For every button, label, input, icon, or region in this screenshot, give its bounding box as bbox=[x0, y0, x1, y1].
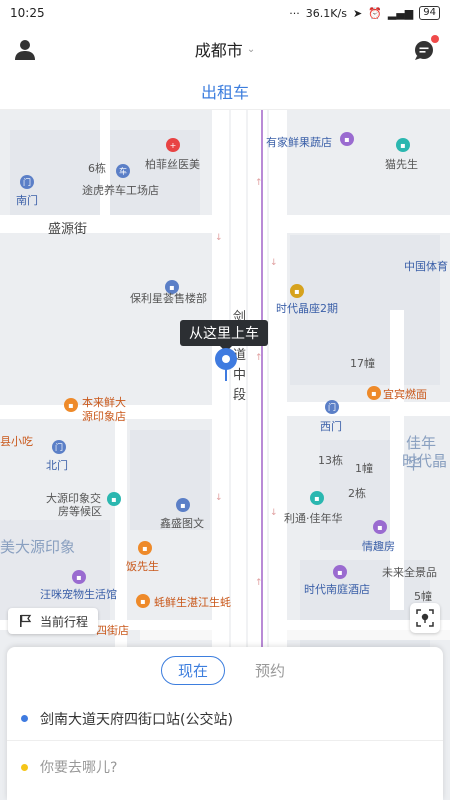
pickup-pin-icon[interactable] bbox=[211, 347, 241, 383]
flag-icon bbox=[20, 614, 32, 627]
poi-5zhuang: 5幢 bbox=[414, 590, 432, 603]
svg-text:↑: ↑ bbox=[255, 178, 263, 188]
signal-icon: ▂▄▆ bbox=[387, 6, 414, 20]
poi-xian-xiaochi: 县小吃 bbox=[0, 435, 33, 448]
poi-wangmi: 汪咪宠物生活馆 bbox=[40, 588, 117, 601]
tab-now[interactable]: 现在 bbox=[160, 655, 225, 685]
poi-xinsheng: 鑫盛图文 bbox=[160, 517, 204, 530]
poi-haoxian: 蚝鲜生湛江生蚝 bbox=[154, 596, 231, 609]
pet-icon: ▪ bbox=[396, 138, 410, 152]
road-label-shengyuan: 盛源街 bbox=[48, 222, 88, 237]
time-mode-tabs: 现在 预约 bbox=[7, 655, 443, 685]
unread-dot bbox=[431, 35, 439, 43]
poi-nanmen: 南门 bbox=[16, 194, 38, 207]
destination-dot-icon bbox=[21, 763, 28, 771]
area-shidaijing: 时代晶 bbox=[402, 452, 448, 470]
road-label-jian-5: 段 bbox=[233, 388, 247, 403]
messages-button[interactable] bbox=[412, 35, 439, 62]
current-trip-label: 当前行程 bbox=[40, 614, 89, 629]
status-time: 10:25 bbox=[10, 6, 45, 20]
poi-13dong: 13栋 bbox=[318, 454, 343, 467]
status-bar: 10:25 ··· 36.1K/s ➤ ⏰ ▂▄▆ 94 bbox=[0, 0, 450, 26]
tab-taxi[interactable]: 出租车 bbox=[201, 79, 249, 103]
poi-maoxian: 猫先生 bbox=[385, 158, 418, 171]
poi-2dong: 2栋 bbox=[348, 487, 366, 500]
service-tabbar: 出租车 bbox=[0, 72, 450, 110]
pickup-tooltip: 从这里上车 bbox=[180, 320, 268, 352]
locate-button[interactable] bbox=[410, 603, 440, 633]
city-selector[interactable]: 成都市 ⌄ bbox=[195, 37, 255, 61]
poi-baifeisi: 柏菲丝医美 bbox=[145, 158, 200, 171]
app-header: 成都市 ⌄ bbox=[0, 26, 450, 72]
poi-shidai-jingzuo: 时代晶座2期 bbox=[276, 302, 338, 315]
profile-button[interactable] bbox=[12, 36, 38, 62]
bus-stop-icon: ▪ bbox=[107, 492, 121, 506]
svg-text:↓: ↓ bbox=[215, 233, 223, 243]
pickup-row[interactable]: 剑南大道天府四街口站(公交站) bbox=[7, 697, 443, 741]
food-icon: ▪ bbox=[367, 386, 381, 400]
svg-text:↓: ↓ bbox=[270, 508, 278, 518]
food-icon: ▪ bbox=[64, 398, 78, 412]
poi-yibin: 宜宾燃面 bbox=[383, 388, 427, 401]
poi-baoli: 保利星荟售楼部 bbox=[130, 292, 207, 305]
office-icon: ▪ bbox=[290, 284, 304, 298]
svg-text:↓: ↓ bbox=[270, 258, 278, 268]
poi-fanxiansheng: 饭先生 bbox=[126, 560, 159, 573]
city-name: 成都市 bbox=[194, 41, 243, 60]
svg-text:↑: ↑ bbox=[255, 353, 263, 363]
poi-zhongguo: 中国体育 bbox=[404, 260, 448, 273]
tab-reserve[interactable]: 预约 bbox=[251, 657, 289, 684]
poi-1zhuang: 1幢 bbox=[355, 462, 373, 475]
poi-17zhuang: 17幢 bbox=[350, 357, 375, 370]
gate-icon: 门 bbox=[20, 175, 34, 189]
gate-icon: 门 bbox=[52, 440, 66, 454]
poi-6dong: 6栋 bbox=[88, 162, 106, 175]
poi-shidai-nanting: 时代南庭酒店 bbox=[304, 583, 370, 596]
food-icon: ▪ bbox=[138, 541, 152, 555]
hotel-icon: ▪ bbox=[333, 565, 347, 579]
user-icon bbox=[15, 40, 35, 60]
pet-store-icon: ▪ bbox=[72, 570, 86, 584]
poi-tuhu: 途虎养车工场店 bbox=[82, 184, 159, 197]
destination-row[interactable]: 你要去哪儿? bbox=[7, 745, 443, 789]
building-icon: ▪ bbox=[310, 491, 324, 505]
status-dots: ··· bbox=[289, 6, 300, 20]
location-icon: ➤ bbox=[352, 6, 363, 20]
pickup-dot-icon bbox=[21, 715, 28, 722]
poi-weilai: 未来全景品 bbox=[382, 566, 437, 579]
destination-input[interactable]: 你要去哪儿? bbox=[40, 757, 117, 777]
status-icons: ··· 36.1K/s ➤ ⏰ ▂▄▆ 94 bbox=[289, 6, 440, 20]
booking-card: 现在 预约 剑南大道天府四街口站(公交站) 你要去哪儿? bbox=[7, 647, 443, 800]
svg-text:↑: ↑ bbox=[255, 578, 263, 588]
poi-benlai-2: 源印象店 bbox=[82, 410, 126, 423]
poi-ximen: 西门 bbox=[320, 420, 342, 433]
svg-text:↓: ↓ bbox=[215, 493, 223, 503]
pickup-address: 剑南大道天府四街口站(公交站) bbox=[40, 711, 233, 728]
poi-qingqu: 情趣房 bbox=[362, 540, 395, 553]
shop-icon: ▪ bbox=[340, 132, 354, 146]
poi-dayuan-2: 房等候区 bbox=[58, 505, 102, 518]
alarm-icon: ⏰ bbox=[368, 6, 382, 20]
poi-beimen: 北门 bbox=[46, 459, 68, 472]
current-trip-button[interactable]: 当前行程 bbox=[8, 608, 99, 634]
food-icon: ▪ bbox=[136, 594, 150, 608]
poi-litong: 利通·佳年华 bbox=[284, 512, 343, 525]
poi-sijie: 四街店 bbox=[96, 624, 129, 637]
gate-icon: 门 bbox=[325, 400, 339, 414]
car-service-icon: 车 bbox=[116, 164, 130, 178]
chevron-down-icon: ⌄ bbox=[246, 43, 256, 55]
network-speed: 36.1K/s bbox=[305, 6, 347, 20]
poi-youjia: 有家鲜果蔬店 bbox=[266, 136, 332, 149]
locate-icon bbox=[416, 609, 434, 627]
print-shop-icon: ▪ bbox=[176, 498, 190, 512]
area-meidayuan: 美大源印象 bbox=[0, 538, 76, 556]
hotel-icon: ▪ bbox=[373, 520, 387, 534]
medical-icon: + bbox=[166, 138, 180, 152]
battery-icon: 94 bbox=[419, 6, 440, 20]
